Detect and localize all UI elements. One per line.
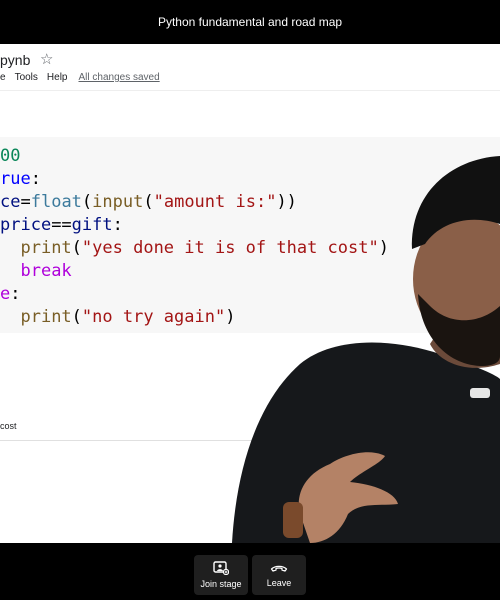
code-cell[interactable]: 00 rue: ce=float(input("amount is:")) price… (0, 137, 500, 333)
code-line[interactable]: price==gift: (0, 214, 389, 237)
code-token: "no try again" (81, 307, 226, 327)
code-token: price (0, 215, 52, 235)
code-token: ( (81, 192, 93, 212)
leave-call-icon (270, 565, 288, 572)
code-line[interactable]: 00 (0, 145, 389, 168)
meeting-title-bar: Python fundamental and road map (0, 0, 500, 44)
join-stage-icon (213, 561, 229, 575)
code-line[interactable]: e: (0, 283, 389, 306)
code-line[interactable]: rue: (0, 168, 389, 191)
code-line[interactable]: print("yes done it is of that cost") (0, 237, 389, 260)
code-token: break (20, 261, 72, 281)
join-stage-button[interactable]: Join stage (194, 555, 248, 595)
code-line[interactable]: print("no try again") (0, 306, 389, 329)
presenter-hand (298, 452, 398, 543)
code-editor[interactable]: 00 rue: ce=float(input("amount is:")) price… (0, 145, 389, 329)
code-token: : (112, 215, 123, 235)
code-token: = (20, 192, 31, 212)
code-token: "amount is:" (153, 192, 277, 212)
code-token: )) (276, 192, 297, 212)
lapel-mic (470, 388, 490, 398)
leave-button[interactable]: Leave (252, 555, 306, 595)
code-token: print (20, 238, 72, 258)
code-token: == (51, 215, 72, 235)
call-controls-bar: Join stage Leave (0, 543, 500, 600)
code-token: ( (71, 238, 82, 258)
notebook-name[interactable]: pynb (0, 52, 30, 68)
code-token: e (0, 284, 11, 304)
code-token: float (30, 192, 82, 212)
code-token: : (10, 284, 21, 304)
meeting-title: Python fundamental and road map (157, 15, 343, 29)
menu-bar: e Tools Help All changes saved (0, 72, 160, 83)
code-token: rue (0, 169, 31, 189)
notebook-toolbar (0, 90, 500, 130)
code-token: ce (0, 192, 21, 212)
code-token: ( (143, 192, 154, 212)
menu-item-e[interactable]: e (0, 72, 6, 83)
presenter-wristband (283, 502, 303, 538)
code-token: : (30, 169, 41, 189)
star-icon[interactable]: ☆ (40, 50, 53, 68)
code-token: ) (225, 307, 236, 327)
code-token: ( (71, 307, 82, 327)
code-token: ) (378, 238, 389, 258)
cell-output: cost (0, 421, 17, 431)
code-line[interactable]: ce=float(input("amount is:")) (0, 191, 389, 214)
code-token: gift (71, 215, 113, 235)
menu-item-tools[interactable]: Tools (15, 72, 38, 83)
code-line[interactable]: break (0, 260, 389, 283)
save-status-link[interactable]: All changes saved (79, 72, 160, 83)
notebook-header: pynb ☆ e Tools Help All changes saved (0, 44, 500, 130)
presenter-neck (430, 329, 500, 368)
shared-screen: pynb ☆ e Tools Help All changes saved 00… (0, 44, 500, 543)
join-stage-label: Join stage (200, 579, 242, 589)
menu-item-help[interactable]: Help (47, 72, 68, 83)
output-divider (0, 440, 500, 441)
code-token: print (20, 307, 72, 327)
presenter-shirt (232, 342, 500, 543)
code-token: 00 (0, 146, 21, 166)
code-token: input (92, 192, 144, 212)
code-token: "yes done it is of that cost" (81, 238, 379, 258)
leave-label: Leave (266, 578, 292, 588)
